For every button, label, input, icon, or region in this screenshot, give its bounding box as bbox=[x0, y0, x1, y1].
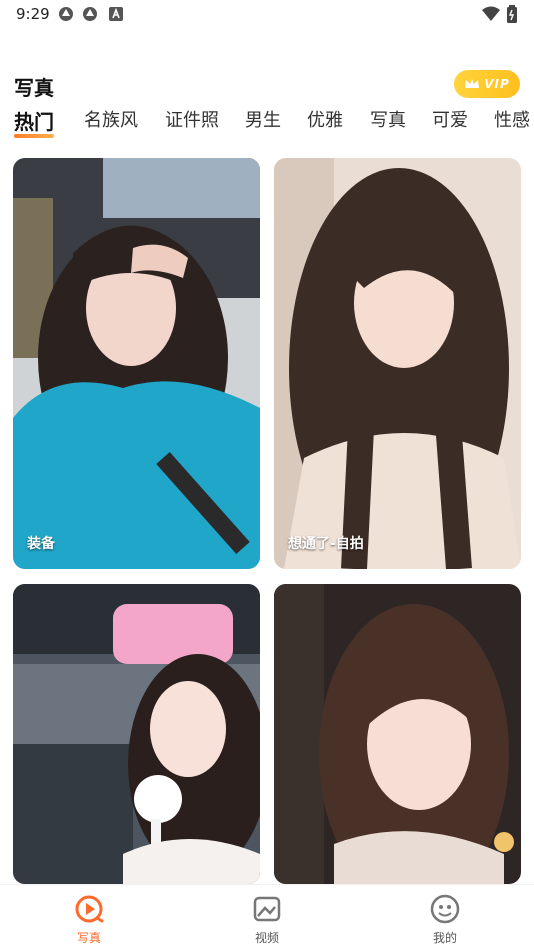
tab-male[interactable]: 男生 bbox=[245, 106, 281, 132]
battery-icon bbox=[507, 5, 517, 23]
photo-card[interactable]: 装备 bbox=[13, 158, 260, 569]
category-tabs: 热门 名族风 证件照 男生 优雅 写真 可爱 性感 bbox=[14, 106, 534, 140]
photo-card[interactable]: 想通了-自拍 bbox=[274, 158, 521, 569]
nav-label: 写真 bbox=[76, 931, 101, 945]
card-title: 想通了-自拍 bbox=[288, 536, 364, 552]
card-image bbox=[274, 584, 521, 884]
app-notification-icon bbox=[59, 7, 73, 21]
smile-icon bbox=[430, 894, 460, 924]
page-title: 写真 bbox=[14, 76, 54, 100]
font-notification-icon bbox=[109, 7, 123, 21]
tab-sexy[interactable]: 性感 bbox=[494, 106, 530, 132]
vip-label: VIP bbox=[484, 77, 510, 91]
card-title: 装备 bbox=[27, 536, 55, 552]
bottom-nav: 写真 视频 我的 bbox=[0, 884, 534, 950]
app-notification-icon bbox=[83, 7, 97, 21]
photo-card[interactable] bbox=[13, 584, 260, 884]
wifi-icon bbox=[482, 6, 500, 21]
tab-id-photo[interactable]: 证件照 bbox=[165, 106, 219, 132]
active-tab-indicator bbox=[14, 134, 54, 138]
tab-portrait[interactable]: 写真 bbox=[370, 106, 406, 132]
image-icon bbox=[253, 896, 281, 922]
card-image bbox=[274, 158, 521, 569]
status-time: 9:29 bbox=[16, 5, 50, 23]
tab-ethnic[interactable]: 名族风 bbox=[84, 106, 138, 132]
nav-label: 视频 bbox=[254, 931, 279, 945]
nav-item-video[interactable]: 视频 bbox=[227, 893, 307, 946]
status-bar: 9:29 bbox=[0, 0, 534, 28]
tab-hot[interactable]: 热门 bbox=[14, 106, 54, 135]
play-icon bbox=[75, 895, 104, 923]
nav-label: 我的 bbox=[432, 931, 457, 945]
vip-button[interactable]: VIP bbox=[454, 70, 520, 98]
nav-item-mine[interactable]: 我的 bbox=[405, 893, 485, 946]
nav-item-portrait[interactable]: 写真 bbox=[49, 893, 129, 946]
card-image bbox=[13, 584, 260, 884]
card-image bbox=[13, 158, 260, 569]
crown-icon bbox=[465, 79, 480, 88]
photo-card[interactable] bbox=[274, 584, 521, 884]
tab-cute[interactable]: 可爱 bbox=[432, 106, 468, 132]
tab-elegant[interactable]: 优雅 bbox=[307, 106, 343, 132]
